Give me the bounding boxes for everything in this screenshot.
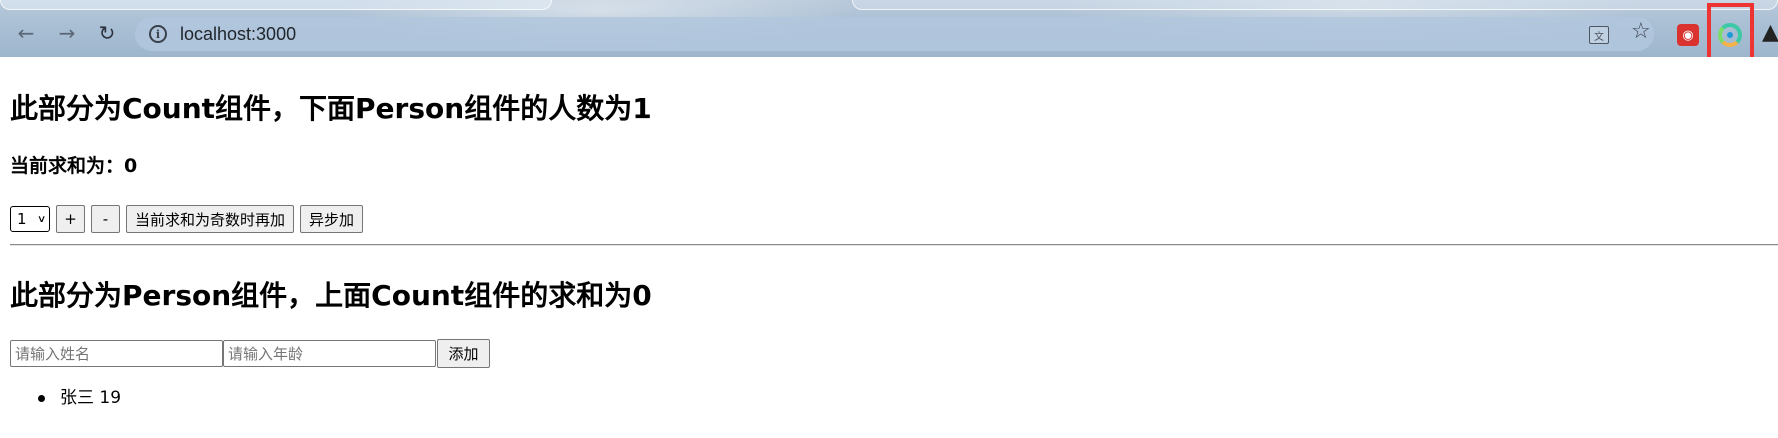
- back-button[interactable]: ←: [12, 19, 40, 47]
- translate-icon[interactable]: 文: [1589, 26, 1609, 44]
- reload-icon: ↻: [98, 21, 116, 45]
- browser-tab[interactable]: [0, 0, 552, 10]
- person-form: 添加: [10, 339, 490, 368]
- extension-red-icon[interactable]: ◉: [1677, 24, 1699, 46]
- browser-tab[interactable]: [852, 0, 1778, 10]
- increment-step-select[interactable]: 1 ∨: [10, 206, 50, 232]
- count-controls: 1 ∨ + - 当前求和为奇数时再加 异步加: [10, 205, 364, 233]
- increment-button[interactable]: +: [56, 205, 85, 233]
- address-bar[interactable]: i localhost:3000: [135, 17, 1654, 51]
- star-icon[interactable]: ☆: [1631, 21, 1651, 43]
- browser-toolbar: ← → ↻ i localhost:3000 文 ☆ ◉ ▲: [0, 0, 1778, 57]
- forward-button[interactable]: →: [53, 19, 81, 47]
- annotation-highlight-box: [1707, 3, 1754, 57]
- reload-button[interactable]: ↻: [93, 19, 121, 47]
- increment-async-button[interactable]: 异步加: [300, 205, 364, 233]
- age-input[interactable]: [223, 340, 436, 367]
- section-divider: [10, 244, 1778, 245]
- increment-if-odd-button[interactable]: 当前求和为奇数时再加: [126, 205, 295, 233]
- count-section-title: 此部分为Count组件，下面Person组件的人数为1: [10, 92, 652, 125]
- person-section-title: 此部分为Person组件，上面Count组件的求和为0: [10, 279, 652, 312]
- arrow-right-icon: →: [58, 21, 76, 45]
- url-text[interactable]: localhost:3000: [180, 24, 296, 45]
- arrow-left-icon: ←: [17, 21, 35, 45]
- name-input[interactable]: [10, 340, 223, 367]
- person-list: 张三 19: [38, 385, 121, 411]
- info-icon[interactable]: i: [149, 25, 167, 43]
- list-item: 张三 19: [38, 385, 121, 411]
- select-value: 1: [17, 210, 27, 228]
- chevron-down-icon: ∨: [36, 213, 47, 225]
- puzzle-icon[interactable]: ▲: [1762, 22, 1778, 44]
- sum-display: 当前求和为：0: [10, 155, 138, 177]
- decrement-button[interactable]: -: [91, 205, 120, 233]
- add-person-button[interactable]: 添加: [437, 339, 490, 368]
